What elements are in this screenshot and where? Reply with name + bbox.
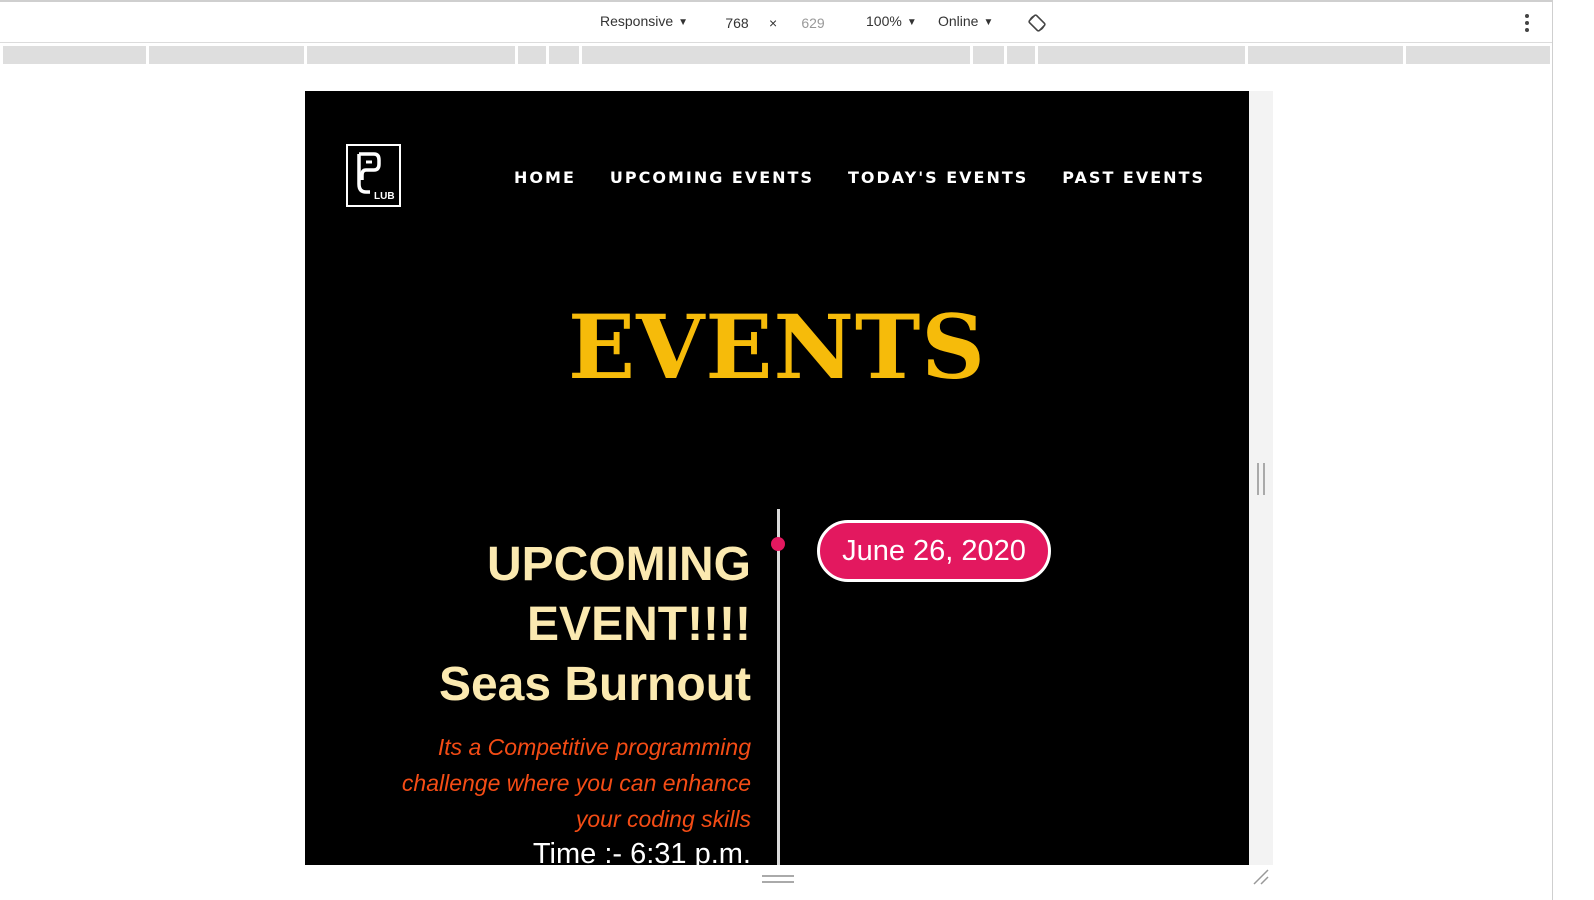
nav-todays-events[interactable]: TODAY'S EVENTS: [848, 168, 1028, 187]
resize-corner-icon[interactable]: [1252, 868, 1270, 886]
resize-handle-bottom[interactable]: [762, 875, 794, 883]
nav-home[interactable]: HOME: [514, 168, 576, 187]
height-input[interactable]: 629: [788, 11, 838, 35]
timeline-line: [777, 509, 780, 865]
throttle-select-label: Online: [938, 13, 979, 29]
media-query-segment[interactable]: [307, 46, 515, 64]
zoom-select[interactable]: 100% ▼: [866, 13, 917, 29]
chevron-down-icon: ▼: [678, 17, 689, 28]
chevron-down-icon: ▼: [983, 17, 994, 28]
timeline-dot: [771, 537, 785, 551]
media-query-bar: [0, 44, 1552, 66]
media-query-segment[interactable]: [549, 46, 579, 64]
main-nav: HOME UPCOMING EVENTS TODAY'S EVENTS PAST…: [514, 168, 1205, 187]
chevron-down-icon: ▼: [906, 17, 917, 28]
media-query-segment[interactable]: [1406, 46, 1550, 64]
media-query-segment[interactable]: [973, 46, 1004, 64]
media-query-segment[interactable]: [1038, 46, 1245, 64]
zoom-select-label: 100%: [866, 13, 902, 29]
event-time: Time :- 6:31 p.m.: [532, 838, 751, 865]
nav-upcoming-events[interactable]: UPCOMING EVENTS: [610, 168, 814, 187]
event-title-line-2: EVENT!!!!: [527, 598, 751, 651]
media-query-segment[interactable]: [518, 46, 546, 64]
devtools-panel-edge: [1552, 0, 1594, 900]
width-input[interactable]: 768: [712, 11, 762, 35]
device-toolbar: Responsive ▼ 768 × 629 100% ▼ Online ▼: [0, 0, 1552, 43]
media-query-segment[interactable]: [1007, 46, 1035, 64]
resize-handle-right[interactable]: [1257, 463, 1265, 495]
club-logo[interactable]: LUB: [346, 144, 401, 207]
device-select-label: Responsive: [600, 13, 674, 29]
event-name: Seas Burnout: [438, 658, 751, 711]
event-card: UPCOMING EVENT!!!! Seas Burnout Its a Co…: [371, 535, 751, 865]
event-description: Its a Competitive programming challenge …: [401, 734, 751, 832]
throttle-select[interactable]: Online ▼: [938, 13, 993, 29]
media-query-segment[interactable]: [149, 46, 304, 64]
media-query-segment[interactable]: [582, 46, 970, 64]
page-title: EVENTS: [568, 295, 986, 399]
event-title-line-1: UPCOMING: [487, 538, 751, 591]
event-date-badge: June 26, 2020: [817, 520, 1051, 582]
page-viewport: LUB HOME UPCOMING EVENTS TODAY'S EVENTS …: [305, 91, 1249, 865]
device-select[interactable]: Responsive ▼: [600, 13, 688, 29]
rotate-icon[interactable]: [1027, 13, 1047, 33]
more-options-icon[interactable]: [1520, 14, 1534, 34]
media-query-segment[interactable]: [1248, 46, 1403, 64]
media-query-segment[interactable]: [3, 46, 146, 64]
nav-past-events[interactable]: PAST EVENTS: [1062, 168, 1205, 187]
dimension-separator: ×: [769, 15, 778, 31]
logo-text: LUB: [374, 191, 395, 202]
